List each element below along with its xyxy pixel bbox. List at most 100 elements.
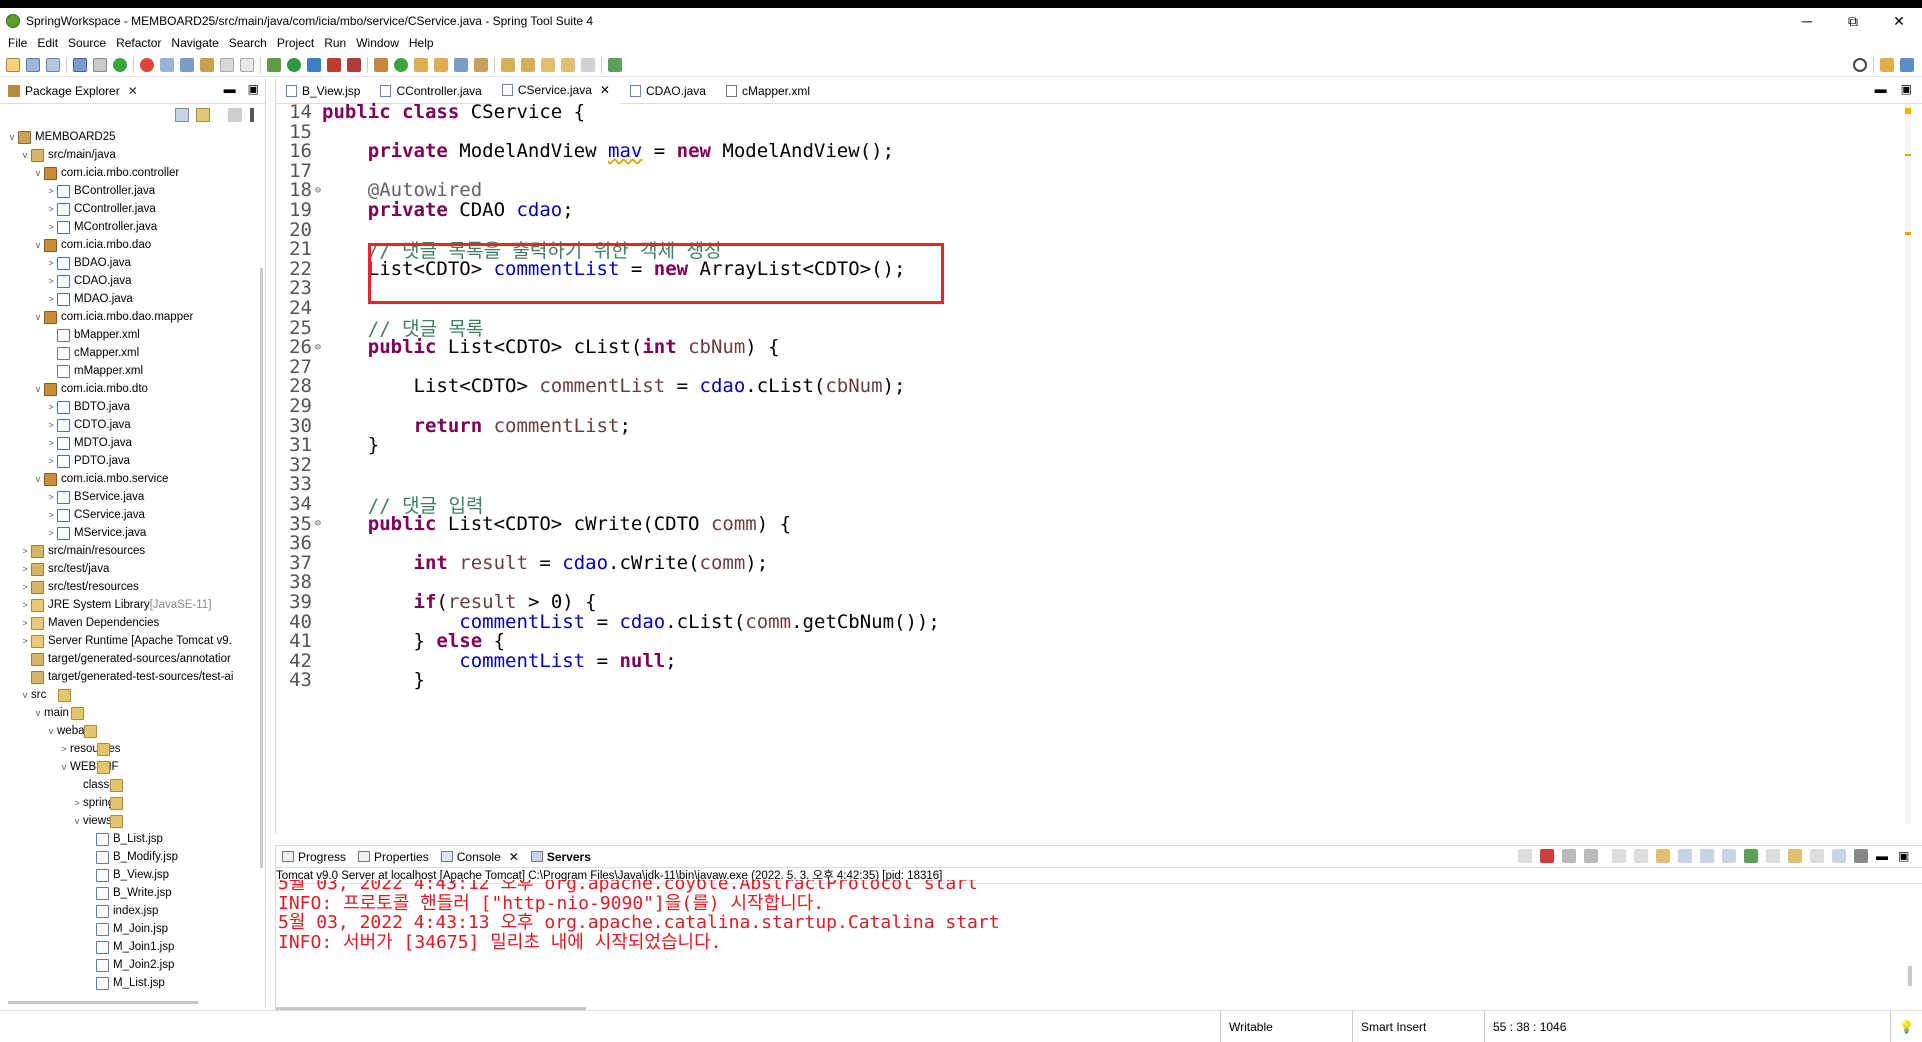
tree-item[interactable]: > MDAO.java (45, 290, 133, 308)
expanded-twisty-icon[interactable]: v (19, 150, 31, 160)
tree-vertical-scrollbar[interactable] (260, 268, 263, 868)
coverage-icon[interactable] (307, 57, 321, 72)
fold-toggle-icon[interactable]: ⊖ (315, 185, 321, 196)
tree-item[interactable]: cMapper.xml (45, 344, 139, 362)
tab-progress[interactable]: Progress (276, 850, 352, 864)
menu-edit[interactable]: Edit (37, 36, 58, 50)
save-all-icon[interactable] (46, 57, 60, 72)
tree-item[interactable]: target/generated-test-sources/test-ai (19, 668, 233, 686)
tree-item[interactable]: > MDTO.java (45, 434, 132, 452)
tree-item[interactable]: > BDTO.java (45, 398, 130, 416)
tree-item[interactable]: > src/test/resources (19, 578, 139, 596)
collapsed-twisty-icon[interactable]: > (45, 528, 57, 538)
new-console-icon[interactable] (1788, 849, 1802, 863)
tree-item[interactable]: > CController.java (45, 200, 156, 218)
code-line[interactable]: 28 List<CDTO> commentList = cdao .cList(c… (276, 374, 905, 398)
collapse-all-icon[interactable] (175, 108, 189, 122)
collapsed-twisty-icon[interactable]: > (45, 420, 57, 430)
tree-item[interactable]: > PDTO.java (45, 452, 130, 470)
spring-boot-icon[interactable] (113, 57, 127, 72)
maximize-view-icon[interactable]: ▣ (248, 82, 259, 96)
maximize-view-icon[interactable]: ▣ (1898, 849, 1912, 863)
tree-item[interactable]: v com.icia.mbo.service (32, 470, 168, 488)
console-vertical-scrollbar[interactable] (1908, 966, 1912, 986)
tree-item[interactable]: v MEMBOARD25 (6, 128, 116, 146)
expanded-twisty-icon[interactable]: v (32, 384, 44, 394)
tree-item[interactable]: M_Join.jsp (84, 920, 168, 938)
expanded-twisty-icon[interactable]: v (32, 312, 44, 322)
tree-horizontal-scrollbar[interactable] (8, 1001, 198, 1004)
show-whitespace-icon[interactable] (240, 57, 254, 72)
open-resource-icon[interactable] (434, 57, 448, 72)
maximize-button[interactable]: ⧉ (1830, 8, 1876, 34)
tree-item[interactable]: classes (71, 776, 123, 794)
code-line[interactable]: 35 ⊖ public List<CDTO> cWrite(CDTO comm) … (276, 512, 791, 536)
last-edit-icon[interactable] (541, 57, 555, 72)
fold-toggle-icon[interactable]: ⊖ (315, 518, 321, 529)
tree-item[interactable]: M_Join1.jsp (84, 938, 174, 956)
console-output[interactable]: 5월 03, 2022 4:43:12 오후 org.apache.coyote… (276, 880, 1876, 990)
show-stdout-icon[interactable] (1656, 849, 1670, 863)
minimize-view-icon[interactable]: ▬ (1876, 849, 1890, 863)
tree-item[interactable]: v views (71, 812, 123, 830)
tree-item[interactable]: > src/test/java (19, 560, 109, 578)
run-icon[interactable] (287, 57, 301, 72)
menu-help[interactable]: Help (409, 36, 434, 50)
clear-console-icon[interactable] (1584, 849, 1598, 863)
tree-item[interactable]: > Server Runtime [Apache Tomcat v9. (19, 632, 232, 650)
console-options-icon[interactable] (1810, 849, 1824, 863)
search-toolbar-icon[interactable] (454, 57, 468, 72)
terminal-icon[interactable] (73, 57, 87, 72)
new-java-project-icon[interactable] (374, 57, 388, 72)
collapsed-twisty-icon[interactable]: > (45, 456, 57, 466)
remove-launch-icon[interactable] (1518, 849, 1532, 863)
close-tab-icon[interactable]: ✕ (509, 850, 519, 864)
open-console-icon[interactable] (1744, 849, 1758, 863)
remove-all-icon[interactable] (1562, 849, 1576, 863)
code-line[interactable]: 14 public class CService { (276, 100, 585, 124)
collapsed-twisty-icon[interactable]: > (71, 798, 83, 808)
collapsed-twisty-icon[interactable]: > (19, 600, 31, 610)
tree-item[interactable]: bMapper.xml (45, 326, 140, 344)
open-type-icon[interactable] (160, 57, 174, 72)
code-line[interactable]: 26 ⊖ public List<CDTO> cList(int cbNum) { (276, 335, 780, 359)
gear-icon[interactable] (1854, 849, 1868, 863)
tree-item[interactable]: v com.icia.mbo.controller (32, 164, 179, 182)
collapsed-twisty-icon[interactable]: > (45, 510, 57, 520)
collapsed-twisty-icon[interactable]: > (45, 438, 57, 448)
scroll-lock-icon[interactable] (1612, 849, 1626, 863)
debug-icon[interactable] (267, 57, 281, 72)
tree-item[interactable]: > MService.java (45, 524, 146, 542)
forward-icon[interactable] (581, 57, 595, 72)
tree-item[interactable]: v com.icia.mbo.dto (32, 380, 148, 398)
tree-item[interactable]: > BDAO.java (45, 254, 131, 272)
server-icon[interactable] (140, 57, 154, 72)
code-line[interactable]: 37 int result = cdao .cWrite(comm); (276, 551, 768, 575)
pin-console-icon[interactable] (1700, 849, 1714, 863)
new-icon[interactable] (6, 57, 20, 72)
expanded-twisty-icon[interactable]: v (71, 816, 83, 826)
tree-item[interactable]: B_List.jsp (84, 830, 163, 848)
close-tab-icon[interactable]: ✕ (600, 83, 610, 97)
collapsed-twisty-icon[interactable]: > (19, 564, 31, 574)
collapsed-twisty-icon[interactable]: > (19, 546, 31, 556)
skip-breakpoints-icon[interactable] (93, 57, 107, 72)
view-menu-icon[interactable] (1766, 849, 1780, 863)
collapsed-twisty-icon[interactable]: > (19, 582, 31, 592)
collapsed-twisty-icon[interactable]: > (19, 636, 31, 646)
tree-item[interactable]: > CDTO.java (45, 416, 131, 434)
minimize-button[interactable]: ─ (1784, 8, 1830, 34)
minimize-editor-icon[interactable]: ▬ (1875, 82, 1887, 96)
maximize-editor-icon[interactable]: ▣ (1901, 82, 1912, 96)
menu-file[interactable]: File (8, 36, 27, 50)
view-menu-icon[interactable] (250, 108, 254, 122)
tree-item[interactable]: mMapper.xml (45, 362, 143, 380)
block-select-icon[interactable] (220, 57, 234, 72)
terminate-icon[interactable] (1540, 849, 1554, 863)
close-tab-icon[interactable]: ✕ (128, 84, 138, 98)
link-with-editor-icon[interactable] (196, 108, 210, 122)
menu-run[interactable]: Run (324, 36, 346, 50)
tree-item[interactable]: > src/main/resources (19, 542, 145, 560)
search-icon[interactable] (1853, 57, 1867, 72)
tree-item[interactable]: v WEB-INF (58, 758, 119, 776)
